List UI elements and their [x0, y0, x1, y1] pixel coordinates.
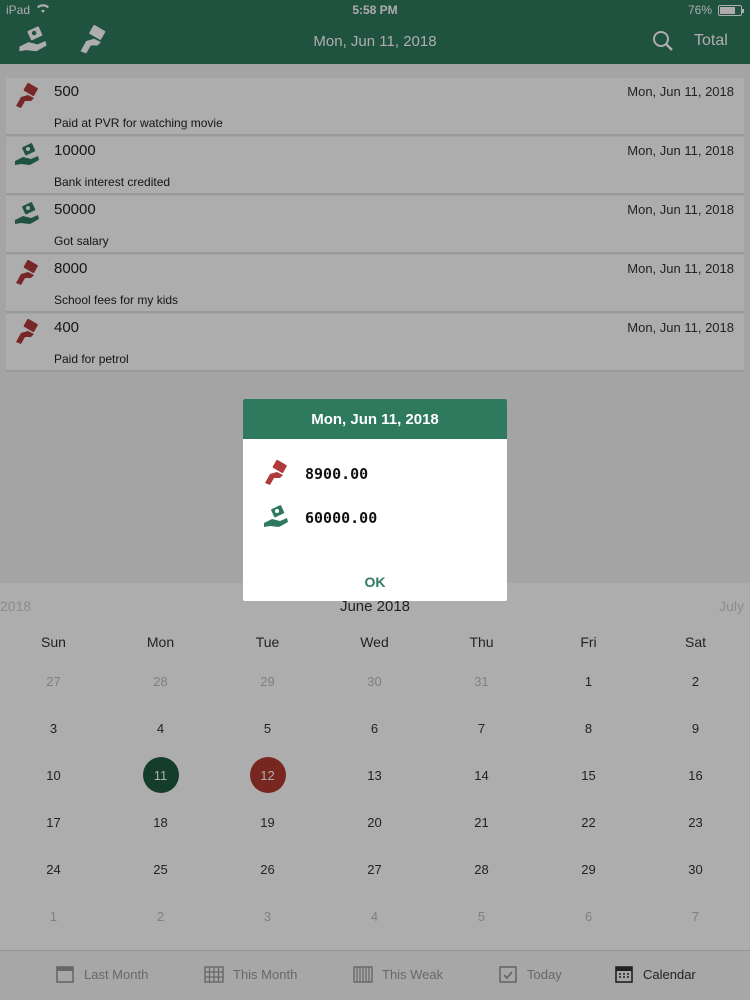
expense-total: 8900.00 [305, 465, 369, 483]
ok-button[interactable]: OK [243, 563, 507, 601]
income-hand-icon [264, 505, 288, 527]
totals-dialog: Mon, Jun 11, 2018 8900.00 60000.00 OK [243, 399, 507, 601]
dialog-expense-row: 8900.00 [261, 459, 368, 489]
dialog-title: Mon, Jun 11, 2018 [243, 399, 507, 439]
income-total: 60000.00 [305, 509, 378, 527]
dialog-income-row: 60000.00 [261, 503, 377, 533]
expense-hand-icon [265, 459, 287, 485]
